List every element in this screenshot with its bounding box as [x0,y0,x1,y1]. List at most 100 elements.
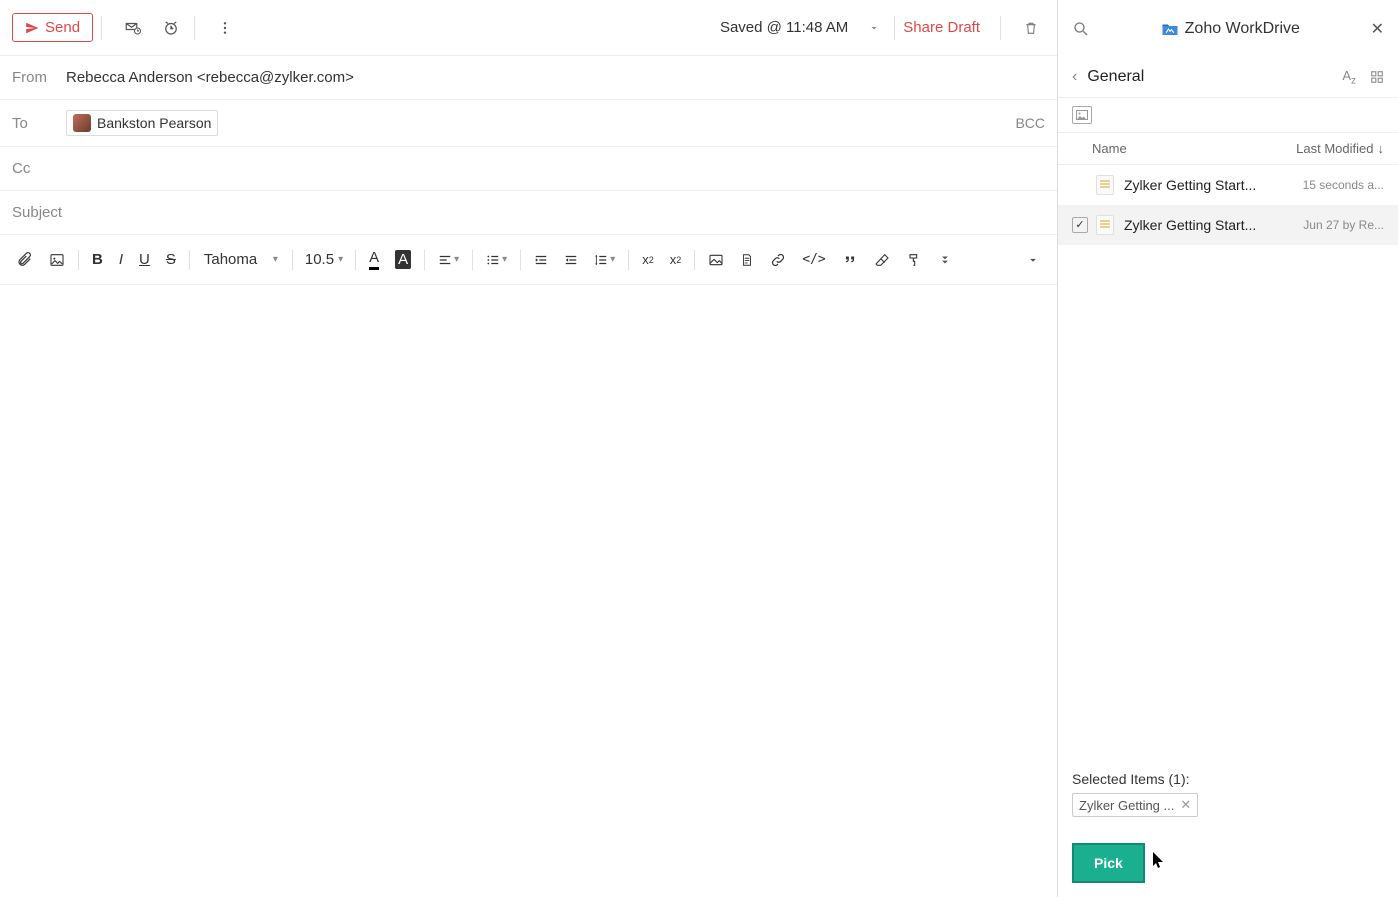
attach-button[interactable] [10,246,40,274]
trash-icon [1023,20,1039,36]
checkbox[interactable]: ✓ [1072,217,1088,233]
align-button[interactable]: ▾ [431,247,466,273]
line-spacing-icon [594,253,608,267]
chevron-down-icon: ▾ [338,254,343,265]
outdent-icon [564,253,578,267]
cc-row[interactable]: Cc [0,147,1057,191]
insert-link-button[interactable] [763,246,793,274]
bold-button[interactable]: B [85,245,110,274]
font-color-button[interactable]: A [362,243,386,276]
send-button[interactable]: Send [12,13,93,42]
document-icon [1096,175,1114,195]
chevron-down-icon [868,22,880,34]
panel-header: Zoho WorkDrive ✕ [1058,0,1398,58]
file-row[interactable]: ✓ Zylker Getting Start... 15 seconds a..… [1058,165,1398,205]
column-headers: Name Last Modified ↓ [1058,133,1398,165]
highlight-button[interactable]: A [388,244,418,275]
remove-selected-button[interactable]: ✕ [1180,797,1191,813]
selected-items-label: Selected Items (1): [1072,771,1384,787]
alarm-icon [162,19,180,37]
file-name: Zylker Getting Start... [1124,217,1303,233]
envelope-clock-icon [124,19,142,37]
schedule-send-button[interactable] [118,13,148,43]
font-size-value: 10.5 [305,251,334,268]
folder-nav: ‹ General Az [1058,58,1398,98]
from-label: From [12,69,66,86]
selected-item-chip: Zylker Getting ... ✕ [1072,793,1198,817]
saved-dropdown[interactable] [862,16,886,40]
indent-button[interactable] [527,247,555,273]
link-icon [770,252,786,268]
from-row: From Rebecca Anderson <rebecca@zylker.co… [0,56,1057,100]
quote-button[interactable] [835,247,865,273]
font-size-select[interactable]: 10.5 ▾ [299,247,349,272]
underline-button[interactable]: U [132,245,157,274]
chevron-down-icon [1026,253,1040,267]
folder-name[interactable]: General [1087,68,1328,86]
search-icon [1072,20,1090,38]
paint-icon [906,252,922,268]
eraser-icon [874,252,890,268]
saved-status: Saved @ 11:48 AM [720,19,848,36]
quote-icon [842,253,858,267]
recipient-name: Bankston Pearson [97,115,211,131]
cc-label: Cc [12,160,66,177]
close-panel-button[interactable]: ✕ [1371,19,1384,39]
send-icon [25,21,39,35]
filter-row [1058,98,1398,133]
insert-file-button[interactable] [733,246,761,274]
clear-format-button[interactable] [867,246,897,274]
separator [894,16,895,40]
file-row[interactable]: ✓ Zylker Getting Start... Jun 27 by Re..… [1058,205,1398,245]
subject-input[interactable] [12,204,1045,221]
to-row[interactable]: To Bankston Pearson BCC [0,100,1057,147]
file-modified: Jun 27 by Re... [1303,218,1384,232]
paperclip-icon [17,252,33,268]
send-label: Send [45,19,80,36]
indent-icon [534,253,548,267]
more-format-button[interactable] [931,247,959,273]
chevron-down-icon: ▾ [273,254,278,265]
avatar [73,114,91,132]
insert-image-button[interactable] [42,246,72,274]
bcc-toggle[interactable]: BCC [1015,115,1045,131]
italic-button[interactable]: I [112,245,130,274]
format-painter-button[interactable] [899,246,929,274]
strike-button[interactable]: S [159,245,183,274]
grid-icon [1370,70,1384,84]
file-modified: 15 seconds a... [1303,178,1384,192]
discard-button[interactable] [1017,14,1045,42]
separator [194,16,195,40]
file-list: ✓ Zylker Getting Start... 15 seconds a..… [1058,165,1398,757]
from-value[interactable]: Rebecca Anderson <rebecca@zylker.com> [66,69,354,86]
pick-button[interactable]: Pick [1072,843,1145,883]
font-family-select[interactable]: Tahoma ▾ [196,247,286,272]
sort-alpha-button[interactable]: Az [1342,68,1356,87]
superscript-button[interactable]: x2 [635,246,661,273]
more-options-button[interactable] [211,14,239,42]
workdrive-icon [1161,21,1179,37]
back-button[interactable]: ‹ [1072,68,1077,86]
outdent-button[interactable] [557,247,585,273]
message-body[interactable] [0,285,1057,897]
subscript-button[interactable]: x2 [663,246,689,273]
compose-pane: Send Saved @ 11:48 AM Share Draft [0,0,1058,897]
kebab-icon [217,20,233,36]
view-grid-button[interactable] [1370,70,1384,84]
compose-topbar: Send Saved @ 11:48 AM Share Draft [0,0,1057,56]
document-icon [1096,215,1114,235]
col-name-header[interactable]: Name [1092,141,1296,156]
image-icon [49,252,65,268]
filter-images-button[interactable] [1072,106,1092,124]
recipient-chip[interactable]: Bankston Pearson [66,110,218,136]
list-button[interactable]: ▾ [479,247,514,273]
share-draft-link[interactable]: Share Draft [903,19,980,36]
insert-picture-button[interactable] [701,246,731,274]
search-button[interactable] [1072,20,1090,38]
col-modified-header[interactable]: Last Modified ↓ [1296,141,1384,156]
expand-toolbar-button[interactable] [1019,247,1047,273]
line-spacing-button[interactable]: ▾ [587,247,622,273]
workdrive-panel: Zoho WorkDrive ✕ ‹ General Az Name Last … [1058,0,1398,897]
reminder-button[interactable] [156,13,186,43]
code-button[interactable]: </> [795,246,832,273]
